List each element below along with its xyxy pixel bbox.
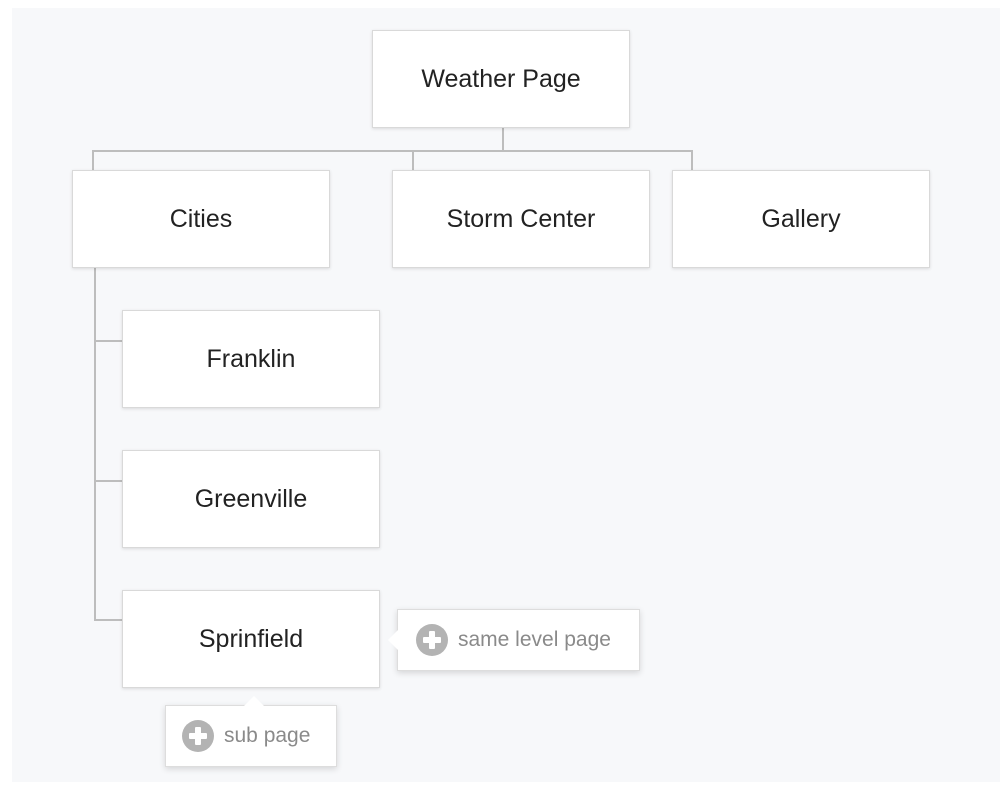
node-label: Franklin [206,344,296,373]
connector-to-sprinfield [94,619,124,621]
node-label: Weather Page [421,64,581,93]
sitemap-node-gallery[interactable]: Gallery [672,170,930,268]
sitemap-canvas: Weather Page Cities Storm Center Gallery… [12,8,1000,782]
add-same-level-page-label: same level page [458,628,611,651]
sitemap-node-weather-page[interactable]: Weather Page [372,30,630,128]
connector-to-cities [92,150,94,172]
popover-pointer [244,696,264,706]
sitemap-node-sprinfield[interactable]: Sprinfield [122,590,380,688]
sitemap-node-storm-center[interactable]: Storm Center [392,170,650,268]
connector-to-greenville [94,480,124,482]
node-label: Gallery [761,204,841,233]
connector-to-gallery [691,150,693,172]
plus-circle-icon [182,720,214,752]
add-sub-page-button[interactable]: sub page [165,696,337,767]
popover-pointer [388,630,398,650]
sitemap-node-greenville[interactable]: Greenville [122,450,380,548]
connector-cities-vertical [94,268,96,620]
add-sub-page-label: sub page [224,724,311,747]
add-same-level-page-button[interactable]: same level page [388,609,640,671]
connector-root-down [502,128,504,150]
node-label: Cities [169,204,233,233]
connector-to-franklin [94,340,124,342]
sitemap-node-franklin[interactable]: Franklin [122,310,380,408]
node-label: Greenville [194,484,308,513]
sitemap-node-cities[interactable]: Cities [72,170,330,268]
node-label: Sprinfield [198,624,304,653]
connector-level1-horizontal [92,150,693,152]
node-label: Storm Center [446,204,596,233]
connector-to-storm-center [412,150,414,172]
plus-circle-icon [416,624,448,656]
